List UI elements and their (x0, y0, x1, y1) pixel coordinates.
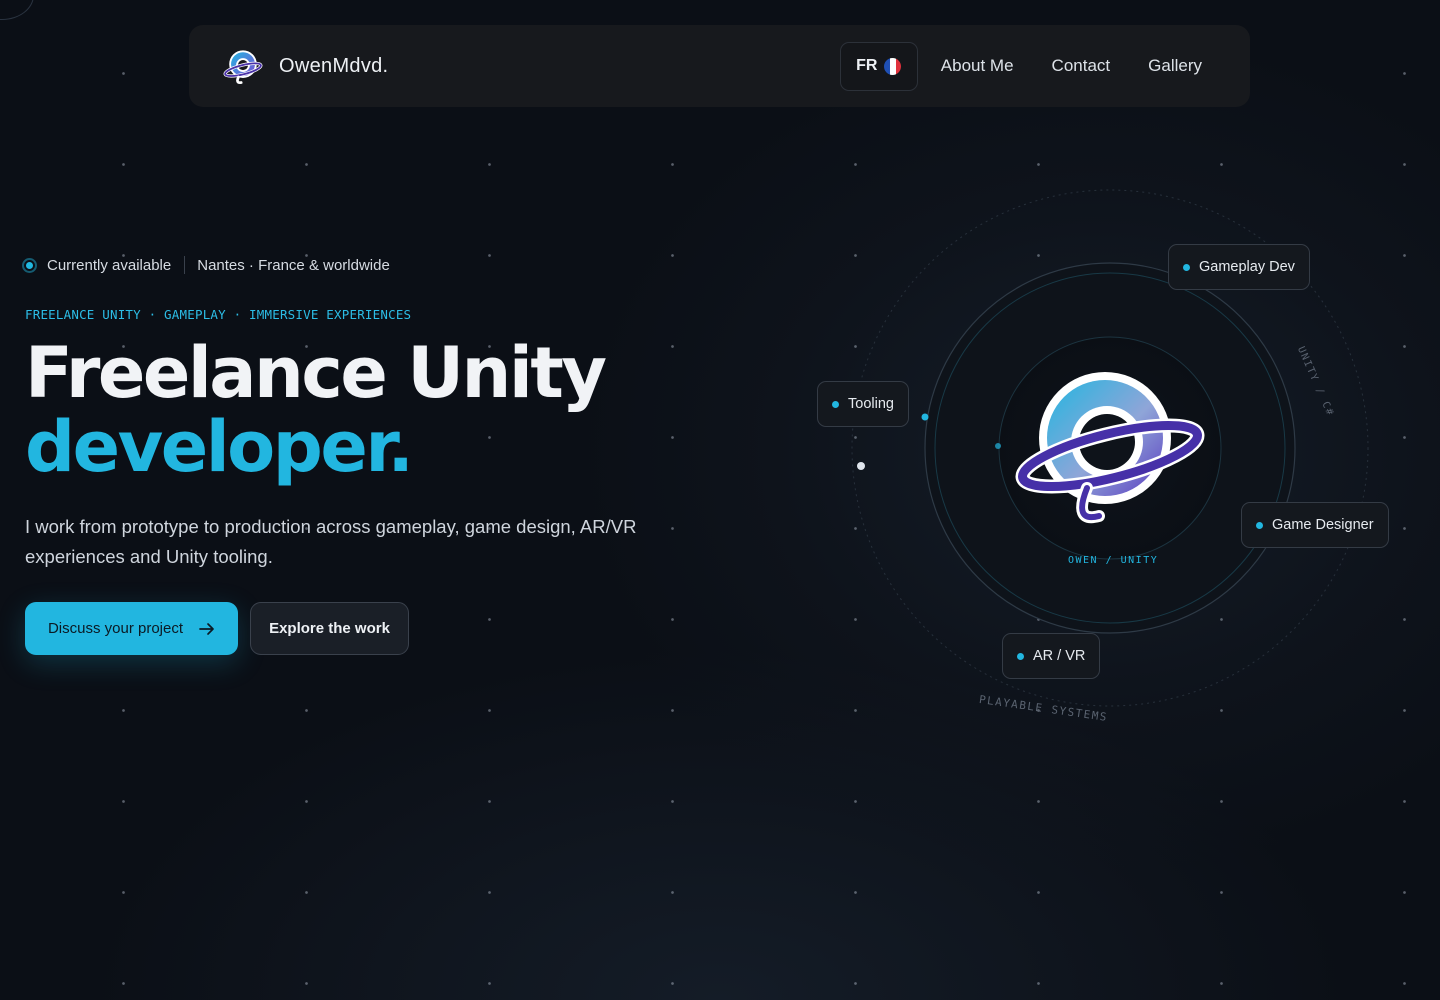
nav-link-contact[interactable]: Contact (1052, 52, 1111, 80)
nav-link-gallery[interactable]: Gallery (1148, 52, 1202, 80)
language-switch-button[interactable]: FR (839, 41, 918, 91)
tag-dot-icon (1256, 521, 1263, 529)
tag-game-designer: Game Designer (1241, 502, 1389, 548)
orbit-center-label: OWEN / UNITY (1068, 555, 1159, 566)
tag-label: Game Designer (1272, 517, 1374, 533)
tag-label: Gameplay Dev (1199, 259, 1295, 275)
availability-row: Currently available Nantes · France & wo… (22, 256, 390, 274)
tag-label: AR / VR (1033, 648, 1086, 664)
location-text: Nantes · France & worldwide (197, 256, 390, 274)
hero-tagline: FREELANCE UNITY · GAMEPLAY · IMMERSIVE E… (25, 307, 412, 322)
hero-title: Freelance Unity developer. (25, 332, 607, 488)
brand-name: OwenMdvd. (279, 54, 389, 77)
hero-title-line2: developer. (25, 406, 414, 488)
availability-status: Currently available (47, 256, 172, 274)
tag-ar-vr: AR / VR (1002, 633, 1101, 679)
nav-link-about[interactable]: About Me (941, 52, 1014, 80)
discuss-project-label: Discuss your project (47, 620, 184, 637)
arrow-right-icon (199, 622, 214, 635)
page: OwenMdvd. FR About Me Contact Gallery Cu… (0, 0, 1440, 1000)
tag-dot-icon (1017, 652, 1024, 660)
france-flag-icon (884, 57, 902, 75)
tag-dot-icon (1183, 263, 1190, 271)
tag-tooling: Tooling (817, 381, 909, 427)
planet-logo-icon (1015, 372, 1205, 524)
explore-work-label: Explore the work (269, 620, 390, 637)
hero-description: I work from prototype to production acro… (25, 516, 637, 567)
hero-title-line1: Freelance Unity (25, 332, 607, 414)
nav-menu: FR About Me Contact Gallery (839, 41, 1202, 91)
planet-logo-icon (223, 50, 263, 85)
top-navigation: OwenMdvd. FR About Me Contact Gallery (189, 25, 1250, 107)
explore-work-button[interactable]: Explore the work (250, 602, 409, 655)
language-label: FR (856, 57, 878, 74)
tag-label: Tooling (848, 396, 894, 412)
orbit-visual: OWEN / UNITY UNITY / C# PLAYABLE SYSTEMS… (800, 170, 1440, 750)
tag-gameplay-dev: Gameplay Dev (1168, 244, 1310, 290)
status-divider (184, 256, 186, 274)
brand-link[interactable]: OwenMdvd. (220, 43, 388, 89)
tag-dot-icon (832, 400, 839, 408)
status-dot-icon (22, 257, 37, 273)
discuss-project-button[interactable]: Discuss your project (25, 602, 238, 655)
